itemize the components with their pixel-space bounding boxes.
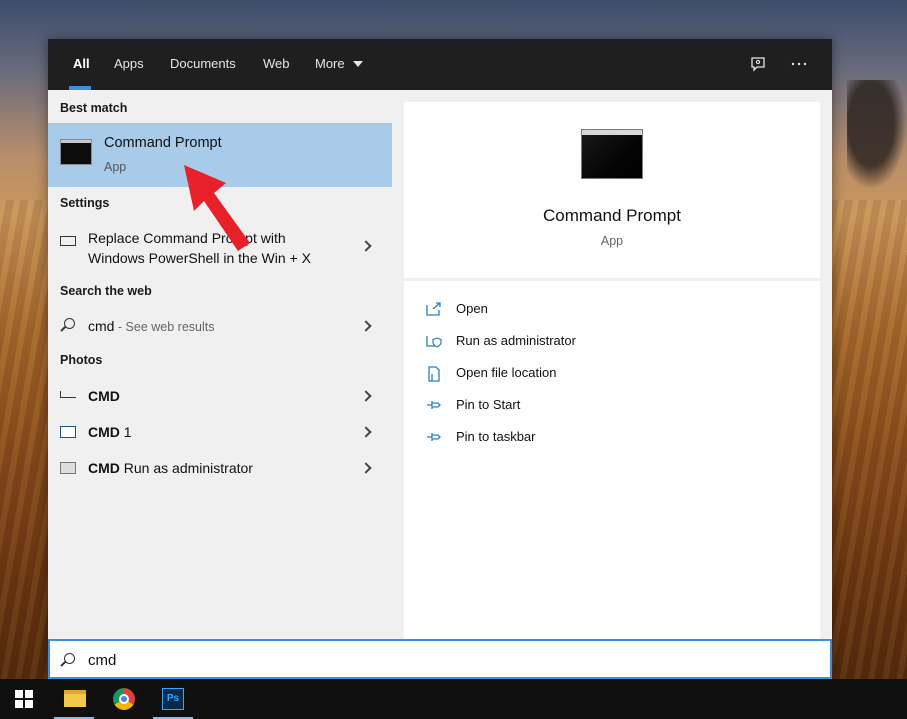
photo-rest: 1 xyxy=(119,424,132,440)
wallpaper-tree xyxy=(847,80,907,190)
tab-documents[interactable]: Documents xyxy=(170,56,236,76)
chevron-right-icon[interactable] xyxy=(360,462,372,474)
tab-more[interactable]: More xyxy=(315,56,345,76)
photo-thumbnail-icon xyxy=(60,462,76,474)
web-search-text: cmd - See web results xyxy=(88,316,215,337)
photo-item[interactable]: CMD xyxy=(48,382,392,410)
best-match-title: Command Prompt xyxy=(104,135,222,151)
shield-icon xyxy=(426,334,442,348)
web-query: cmd xyxy=(88,318,115,334)
chevron-right-icon[interactable] xyxy=(360,390,372,402)
windows-start-icon[interactable] xyxy=(15,690,33,708)
tab-all[interactable]: All xyxy=(73,56,90,76)
detail-header: Command Prompt App xyxy=(404,102,820,278)
command-prompt-icon xyxy=(581,129,643,179)
file-explorer-icon[interactable] xyxy=(50,679,98,719)
detail-pane: Command Prompt App Open Run as administr… xyxy=(404,102,820,639)
chrome-icon[interactable] xyxy=(100,679,148,719)
pin-icon xyxy=(426,430,442,444)
pin-icon xyxy=(426,398,442,412)
tab-web[interactable]: Web xyxy=(263,56,290,76)
section-best-match: Best match xyxy=(60,101,128,115)
photo-item-text: CMD Run as administrator xyxy=(88,458,253,478)
annotation-arrow xyxy=(184,165,250,251)
photo-item-text: CMD xyxy=(88,386,120,406)
action-label: Pin to taskbar xyxy=(456,429,536,444)
photo-item[interactable]: CMD 1 xyxy=(48,418,392,446)
filter-bar: All Apps Documents Web More xyxy=(48,39,832,90)
web-suffix: - See web results xyxy=(114,320,215,334)
monitor-icon xyxy=(60,236,76,246)
chevron-down-icon[interactable] xyxy=(353,61,363,67)
start-search-panel: All Apps Documents Web More Best match C… xyxy=(48,39,832,679)
search-box[interactable] xyxy=(48,639,832,679)
search-icon xyxy=(64,318,75,329)
command-prompt-icon xyxy=(60,139,92,165)
more-options-icon[interactable] xyxy=(789,55,809,75)
chevron-right-icon[interactable] xyxy=(360,426,372,438)
action-label: Run as administrator xyxy=(456,333,576,348)
photo-thumbnail-icon xyxy=(60,391,76,398)
search-icon xyxy=(64,653,75,664)
action-label: Open xyxy=(456,301,488,316)
photo-item-text: CMD 1 xyxy=(88,422,132,442)
photo-item[interactable]: CMD Run as administrator xyxy=(48,454,392,482)
photo-thumbnail-icon xyxy=(60,426,76,438)
best-match-subtitle: App xyxy=(104,160,127,174)
open-icon xyxy=(426,302,442,316)
tab-apps[interactable]: Apps xyxy=(114,56,144,76)
photo-bold: CMD xyxy=(88,460,120,476)
actions-list: Open Run as administrator Open file loca… xyxy=(404,281,820,639)
photo-bold: CMD xyxy=(88,388,120,404)
feedback-icon[interactable] xyxy=(748,55,768,75)
action-label: Open file location xyxy=(456,365,557,380)
photo-bold: CMD xyxy=(88,424,120,440)
detail-subtitle: App xyxy=(600,234,624,248)
photo-rest: Run as administrator xyxy=(119,460,253,476)
search-input[interactable] xyxy=(88,649,788,671)
section-settings: Settings xyxy=(60,196,110,210)
chevron-right-icon[interactable] xyxy=(360,240,372,252)
photoshop-icon[interactable]: Ps xyxy=(149,679,197,719)
section-search-web: Search the web xyxy=(60,284,152,298)
action-label: Pin to Start xyxy=(456,397,521,412)
detail-title: Command Prompt xyxy=(543,206,681,225)
chevron-right-icon[interactable] xyxy=(360,320,372,332)
web-search-item[interactable]: cmd - See web results xyxy=(48,314,392,340)
file-location-icon xyxy=(426,366,442,382)
section-photos: Photos xyxy=(60,353,103,367)
taskbar: Ps xyxy=(0,679,907,719)
